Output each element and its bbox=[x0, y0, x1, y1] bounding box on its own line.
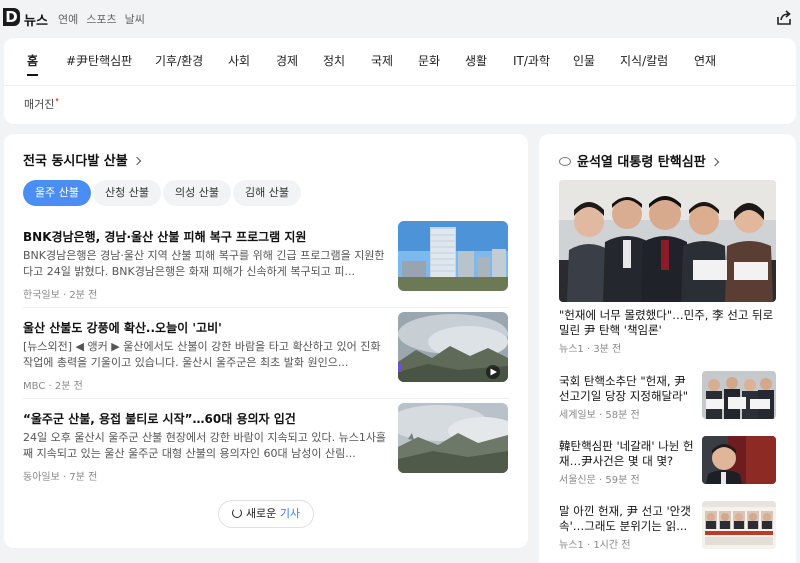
top-nav: 연예 스포츠 날씨 bbox=[58, 11, 145, 27]
article-source: 한국일보 bbox=[23, 290, 60, 301]
tab-life[interactable]: 생활 bbox=[465, 52, 487, 69]
article-thumbnail-bank-building[interactable] bbox=[398, 221, 508, 291]
news-brand-link[interactable]: 뉴스 bbox=[24, 10, 48, 29]
hero-time: 3분 전 bbox=[593, 344, 622, 355]
top-nav-sports[interactable]: 스포츠 bbox=[86, 11, 116, 27]
article-time: 2분 전 bbox=[54, 381, 83, 392]
tab-home[interactable]: 홈 bbox=[27, 52, 39, 76]
impeachment-title-text: 윤석열 대통령 탄핵심판 bbox=[577, 155, 706, 170]
wildfire-title-text: 전국 동시다발 산불 bbox=[23, 154, 128, 169]
category-tabs: 홈 #尹탄핵심판 기후/환경 사회 경제 정치 국제 문화 생활 IT/과학 인… bbox=[4, 52, 796, 76]
article-title[interactable]: 울산 산불도 강풍에 확산..오늘이 '고비' bbox=[23, 319, 393, 336]
list-item-title[interactable]: 말 아낀 헌재, 尹 선고 '안갯속'…그래도 분위기는 읽... bbox=[559, 504, 695, 534]
hero-source: 뉴스1 bbox=[559, 344, 584, 355]
list-item-meta: 서울신문 · 59분 전 bbox=[559, 475, 640, 486]
refresh-icon bbox=[231, 508, 242, 518]
list-item-title[interactable]: 국회 탄핵소추단 "헌재, 尹 선고기일 당장 지정해달라" bbox=[559, 374, 695, 404]
tab-economy[interactable]: 경제 bbox=[276, 52, 298, 69]
article-summary: BNK경남은행은 경남·울산 지역 산불 피해 복구를 위해 긴급 프로그램을 … bbox=[23, 249, 385, 278]
article-time: 2분 전 bbox=[69, 290, 98, 301]
chip-gimhae[interactable]: 김해 산불 bbox=[233, 180, 301, 206]
list-item-thumbnail-portrait[interactable] bbox=[702, 436, 776, 484]
list-item-thumbnail-protesters[interactable] bbox=[702, 371, 776, 419]
more-articles-label: 새로운 bbox=[245, 507, 277, 520]
nav-divider bbox=[4, 85, 796, 86]
tab-climate[interactable]: 기후/환경 bbox=[155, 52, 203, 69]
tab-culture[interactable]: 문화 bbox=[418, 52, 440, 69]
list-item-source: 뉴스1 bbox=[559, 540, 584, 551]
category-nav: 홈 #尹탄핵심판 기후/환경 사회 경제 정치 국제 문화 생활 IT/과학 인… bbox=[4, 38, 796, 124]
article-source: MBC bbox=[23, 381, 46, 392]
article-time: 7분 전 bbox=[69, 472, 98, 483]
chip-uiseong[interactable]: 의성 산불 bbox=[163, 180, 231, 206]
list-item-meta: 세계일보 · 58분 전 bbox=[559, 410, 640, 421]
tab-society[interactable]: 사회 bbox=[228, 52, 250, 69]
hero-headline[interactable]: "헌재에 너무 몰렸했다"…민주, 李 선고 뒤로 밀린 尹 탄핵 '책임론' bbox=[559, 308, 774, 338]
article-thumbnail-mountain-fire[interactable] bbox=[398, 403, 508, 473]
new-indicator-dot: • bbox=[54, 96, 60, 106]
chevron-right-icon bbox=[132, 156, 141, 166]
tab-people[interactable]: 인물 bbox=[573, 52, 595, 69]
article-title[interactable]: “울주군 산불, 용접 불티로 시작”…60대 용의자 입건 bbox=[23, 410, 393, 427]
article-meta: 한국일보 · 2분 전 bbox=[23, 290, 98, 301]
top-nav-weather[interactable]: 날씨 bbox=[125, 11, 145, 27]
hero-image-lawmakers[interactable] bbox=[559, 180, 776, 302]
article-meta: 동아일보 · 7분 전 bbox=[23, 472, 98, 483]
tab-it-science[interactable]: IT/과학 bbox=[513, 52, 550, 69]
article-title[interactable]: BNK경남은행, 경남·울산 산불 피해 복구 프로그램 지원 bbox=[23, 228, 393, 245]
list-item-time: 58분 전 bbox=[605, 410, 640, 421]
share-icon[interactable] bbox=[776, 10, 792, 26]
list-item-meta: 뉴스1 · 1시간 전 bbox=[559, 540, 631, 551]
impeachment-section: 윤석열 대통령 탄핵심판 "헌재에 너무 몰렸했다"…민주, 李 선고 뒤로 밀… bbox=[539, 134, 796, 563]
daum-logo[interactable]: D bbox=[3, 8, 20, 26]
list-item-source: 세계일보 bbox=[559, 410, 596, 421]
impeachment-section-title[interactable]: 윤석열 대통령 탄핵심판 bbox=[559, 151, 719, 170]
wildfire-section-title[interactable]: 전국 동시다발 산불 bbox=[23, 150, 141, 169]
list-item-source: 서울신문 bbox=[559, 475, 596, 486]
list-item-time: 1시간 전 bbox=[593, 540, 631, 551]
chip-ulju[interactable]: 울주 산불 bbox=[23, 180, 91, 206]
list-item-thumbnail-justices-grid[interactable] bbox=[702, 501, 776, 549]
magazine-label: 매거진 bbox=[24, 98, 55, 111]
wildfire-section: 전국 동시다발 산불 울주 산불 산청 산불 의성 산불 김해 산불 BNK경남… bbox=[4, 134, 528, 548]
more-articles-button[interactable]: 새로운 기사 bbox=[218, 500, 314, 528]
chip-sancheong[interactable]: 산청 산불 bbox=[93, 180, 161, 206]
top-nav-entertainment[interactable]: 연예 bbox=[58, 11, 78, 27]
article-source: 동아일보 bbox=[23, 472, 60, 483]
article-separator bbox=[23, 398, 509, 399]
speech-bubble-icon bbox=[559, 157, 571, 166]
article-summary: 24일 오후 울산시 울주군 산불 현장에서 강한 바람이 지속되고 있다. 뉴… bbox=[23, 431, 387, 460]
tab-politics[interactable]: 정치 bbox=[323, 52, 345, 69]
article-thumbnail-wildfire-smoke[interactable] bbox=[398, 312, 508, 382]
tab-international[interactable]: 국제 bbox=[371, 52, 393, 69]
tab-series[interactable]: 연재 bbox=[694, 52, 716, 69]
tab-impeachment[interactable]: #尹탄핵심판 bbox=[66, 52, 132, 69]
tab-magazine[interactable]: 매거진• bbox=[24, 96, 60, 112]
more-articles-highlight: 기사 bbox=[279, 507, 301, 520]
chevron-right-icon bbox=[710, 157, 719, 167]
hero-meta: 뉴스1 · 3분 전 bbox=[559, 344, 622, 355]
article-summary: [뉴스외전] ◀ 앵커 ▶ 울산에서도 산불이 강한 바람을 타고 확산하고 있… bbox=[23, 340, 381, 369]
list-item-time: 59분 전 bbox=[605, 475, 640, 486]
article-separator bbox=[23, 307, 509, 308]
article-meta: MBC · 2분 전 bbox=[23, 381, 83, 392]
list-item-title[interactable]: 韓탄핵심판 '네갈래' 나뉜 헌재…尹사건은 몇 대 몇? bbox=[559, 439, 695, 469]
tab-knowledge[interactable]: 지식/칼럼 bbox=[620, 52, 668, 69]
top-bar: D 뉴스 연예 스포츠 날씨 bbox=[0, 0, 800, 36]
